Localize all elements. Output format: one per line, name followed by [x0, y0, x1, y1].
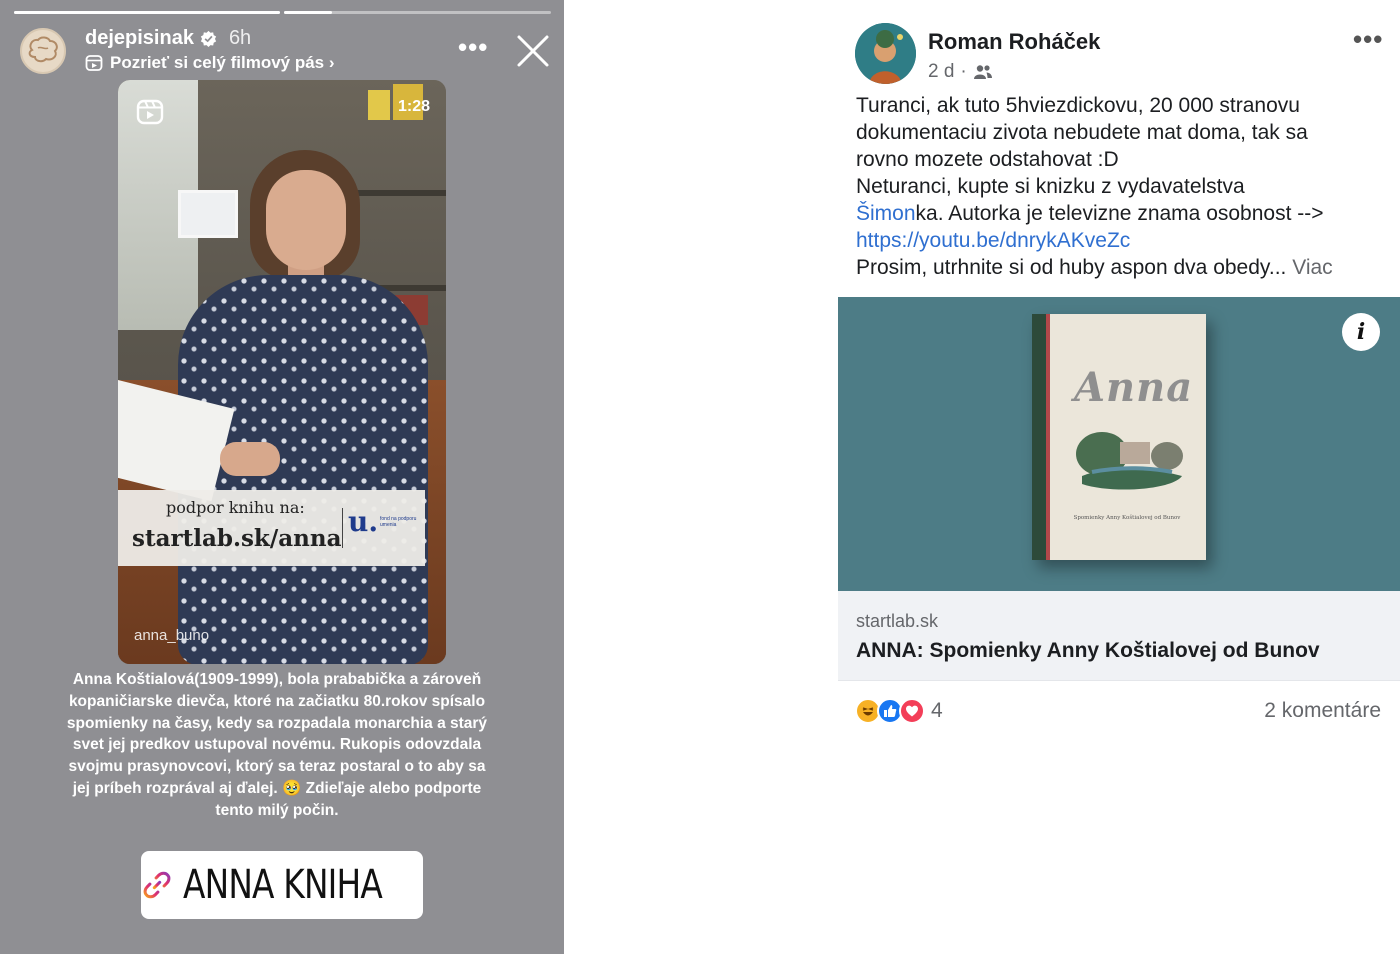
link-sticker[interactable]: ANNA KNIHA: [141, 851, 423, 919]
more-options-icon[interactable]: •••: [458, 32, 488, 63]
shelf-item: [368, 90, 390, 120]
video-duration: 1:28: [397, 98, 430, 115]
post-text-line: Turanci, ak tuto 5hviezdickovu, 20 000 s…: [856, 94, 1300, 117]
post-text-fragment: Prosim, utrhnite si od huby aspon dva ob…: [856, 256, 1287, 279]
link-title: ANNA: Spomienky Anny Koštialovej od Buno…: [856, 639, 1320, 662]
view-full-reel-label: Pozrieť si celý filmový pás ›: [110, 53, 335, 72]
mention-link[interactable]: Šimon: [856, 202, 916, 225]
view-full-reel-link[interactable]: Pozrieť si celý filmový pás ›: [85, 53, 335, 73]
post-options-icon[interactable]: •••: [1353, 24, 1383, 55]
comments-count[interactable]: 2 komentáre: [1240, 699, 1381, 723]
post-text-line: https://youtu.be/dnrykAKveZc: [856, 227, 1396, 254]
story-progress-2: [284, 11, 551, 14]
story-progress-1-fill: [14, 11, 280, 14]
post-text-line: Šimonka. Autorka je televizne znama osob…: [856, 200, 1396, 227]
instagram-story[interactable]: dejepisinak 6h Pozrieť si celý filmový p…: [0, 0, 564, 954]
thumbs-up-icon: [884, 705, 897, 717]
avatar-illustration: [855, 23, 916, 84]
post-text-line: Neturanci, kupte si knizku z vydavatelst…: [856, 175, 1245, 198]
post-meta: 2 d ·: [928, 61, 993, 83]
post-text-line: Prosim, utrhnite si od huby aspon dva ob…: [856, 254, 1396, 281]
meta-separator: ·: [960, 61, 967, 82]
banner-divider: [342, 508, 343, 548]
book-cover: Anna Spomienky Anny Koštialovej od Bunov: [1032, 314, 1206, 560]
story-username[interactable]: dejepisinak: [85, 27, 194, 50]
book-subtitle: Spomienky Anny Koštialovej od Bunov: [1073, 515, 1181, 521]
heart-icon: [906, 705, 918, 717]
screenshot-root: dejepisinak 6h Pozrieť si celý filmový p…: [0, 0, 1400, 954]
post-text: Turanci, ak tuto 5hviezdickovu, 20 000 s…: [856, 92, 1396, 281]
post-text-line: dokumentaciu zivota nebudete mat doma, t…: [856, 121, 1308, 144]
reaction-count: 4: [931, 699, 943, 722]
story-progress-2-fill: [284, 11, 333, 14]
photo-frame: [178, 190, 238, 238]
banner-logo-small: fond na podporu umenia: [380, 516, 417, 528]
banner-line-2: startlab.sk/anna: [132, 525, 342, 552]
book-title: Anna: [1074, 364, 1194, 411]
reactions-summary[interactable]: 4: [855, 698, 943, 724]
brain-logo-icon: [28, 36, 58, 63]
verified-badge-icon: [200, 30, 217, 47]
video-watermark: anna_buno: [134, 627, 210, 644]
story-progress-1: [14, 11, 280, 14]
book-cover-art: [1076, 432, 1183, 490]
book-spine: [1032, 314, 1046, 560]
friends-icon[interactable]: [973, 64, 993, 80]
story-avatar[interactable]: [20, 28, 66, 74]
story-time: 6h: [228, 27, 252, 49]
reels-icon: [85, 55, 103, 71]
youtube-link[interactable]: https://youtu.be/dnrykAKveZc: [856, 229, 1130, 252]
link-domain: startlab.sk: [856, 611, 939, 631]
post-text-line: rovno mozete odstahovat :D: [856, 148, 1119, 171]
reel-icon: [136, 99, 164, 125]
author-name[interactable]: Roman Roháček: [928, 29, 1100, 55]
link-preview-box[interactable]: startlab.sk ANNA: Spomienky Anny Koštial…: [838, 591, 1400, 681]
post-text-fragment: ka. Autorka je televizne znama osobnost …: [915, 202, 1324, 225]
see-more-link[interactable]: Viac: [1292, 256, 1332, 279]
link-preview-image[interactable]: Anna Spomienky Anny Koštialovej od Bunov…: [838, 297, 1400, 591]
info-button[interactable]: i: [1342, 313, 1380, 351]
close-icon[interactable]: [516, 34, 550, 68]
banner-logo: u.: [348, 505, 379, 538]
support-banner: podpor knihu na: startlab.sk/anna u. fon…: [118, 490, 425, 566]
haha-face-icon: [862, 707, 874, 716]
person-hand: [220, 442, 280, 476]
story-caption: Anna Koštialová(1909-1999), bola prababi…: [66, 671, 488, 819]
person-face: [266, 170, 346, 270]
love-reaction-icon: [899, 698, 925, 724]
post-time[interactable]: 2 d: [928, 61, 954, 83]
banner-line-1: podpor knihu na:: [166, 498, 305, 517]
book-spine-stripe: [1046, 314, 1050, 560]
reel-preview[interactable]: 1:28 podpor knihu na: startlab.sk/anna u…: [118, 80, 446, 664]
link-icon: [143, 871, 171, 899]
story-header: dejepisinak 6h: [85, 27, 251, 50]
author-avatar[interactable]: [855, 23, 916, 84]
link-sticker-label: ANNA KNIHA: [183, 862, 383, 908]
